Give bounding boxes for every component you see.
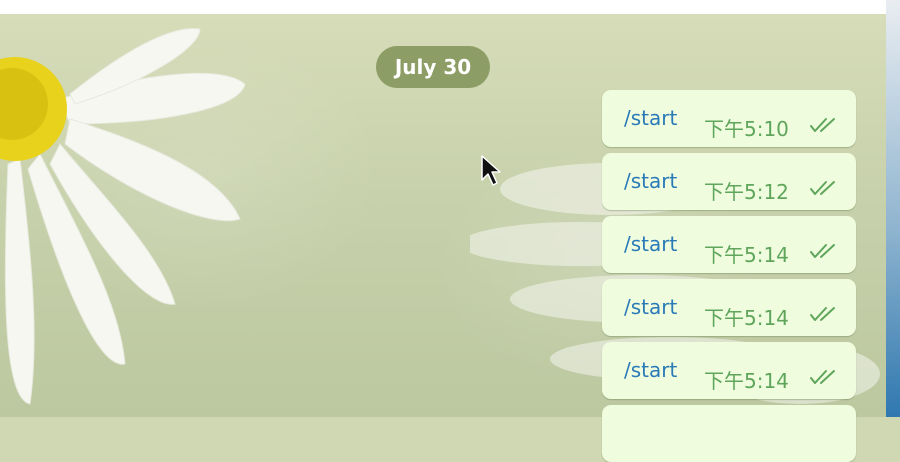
mouse-cursor-icon xyxy=(481,155,501,186)
double-check-icon xyxy=(810,118,835,132)
bot-command-link[interactable]: /start xyxy=(624,232,677,256)
double-check-icon xyxy=(810,181,835,195)
date-separator: July 30 xyxy=(376,46,490,88)
double-check-icon xyxy=(810,244,835,258)
outgoing-message[interactable]: /start 下午5:10 xyxy=(602,90,856,147)
outgoing-message-partial[interactable] xyxy=(602,405,856,462)
bot-command-link[interactable]: /start xyxy=(624,295,677,319)
bot-command-link[interactable]: /start xyxy=(624,169,677,193)
bot-command-link[interactable]: /start xyxy=(624,106,677,130)
outgoing-message[interactable]: /start 下午5:12 xyxy=(602,153,856,210)
message-time: 下午5:14 xyxy=(704,306,789,330)
daisy-wallpaper-image xyxy=(0,27,246,405)
message-time: 下午5:10 xyxy=(704,117,789,141)
outgoing-message[interactable]: /start 下午5:14 xyxy=(602,279,856,336)
outgoing-message[interactable]: /start 下午5:14 xyxy=(602,216,856,273)
window-top-edge xyxy=(0,0,886,15)
double-check-icon xyxy=(810,307,835,321)
outgoing-message[interactable]: /start 下午5:14 xyxy=(602,342,856,399)
double-check-icon xyxy=(810,370,835,384)
adjacent-window-edge xyxy=(886,0,900,417)
date-separator-label: July 30 xyxy=(394,55,472,79)
message-time: 下午5:14 xyxy=(704,369,789,393)
bot-command-link[interactable]: /start xyxy=(624,358,677,382)
message-time: 下午5:12 xyxy=(704,180,789,204)
message-list: /start 下午5:10 /start 下午5:12 /start 下午5:1… xyxy=(602,90,856,462)
message-time: 下午5:14 xyxy=(704,243,789,267)
